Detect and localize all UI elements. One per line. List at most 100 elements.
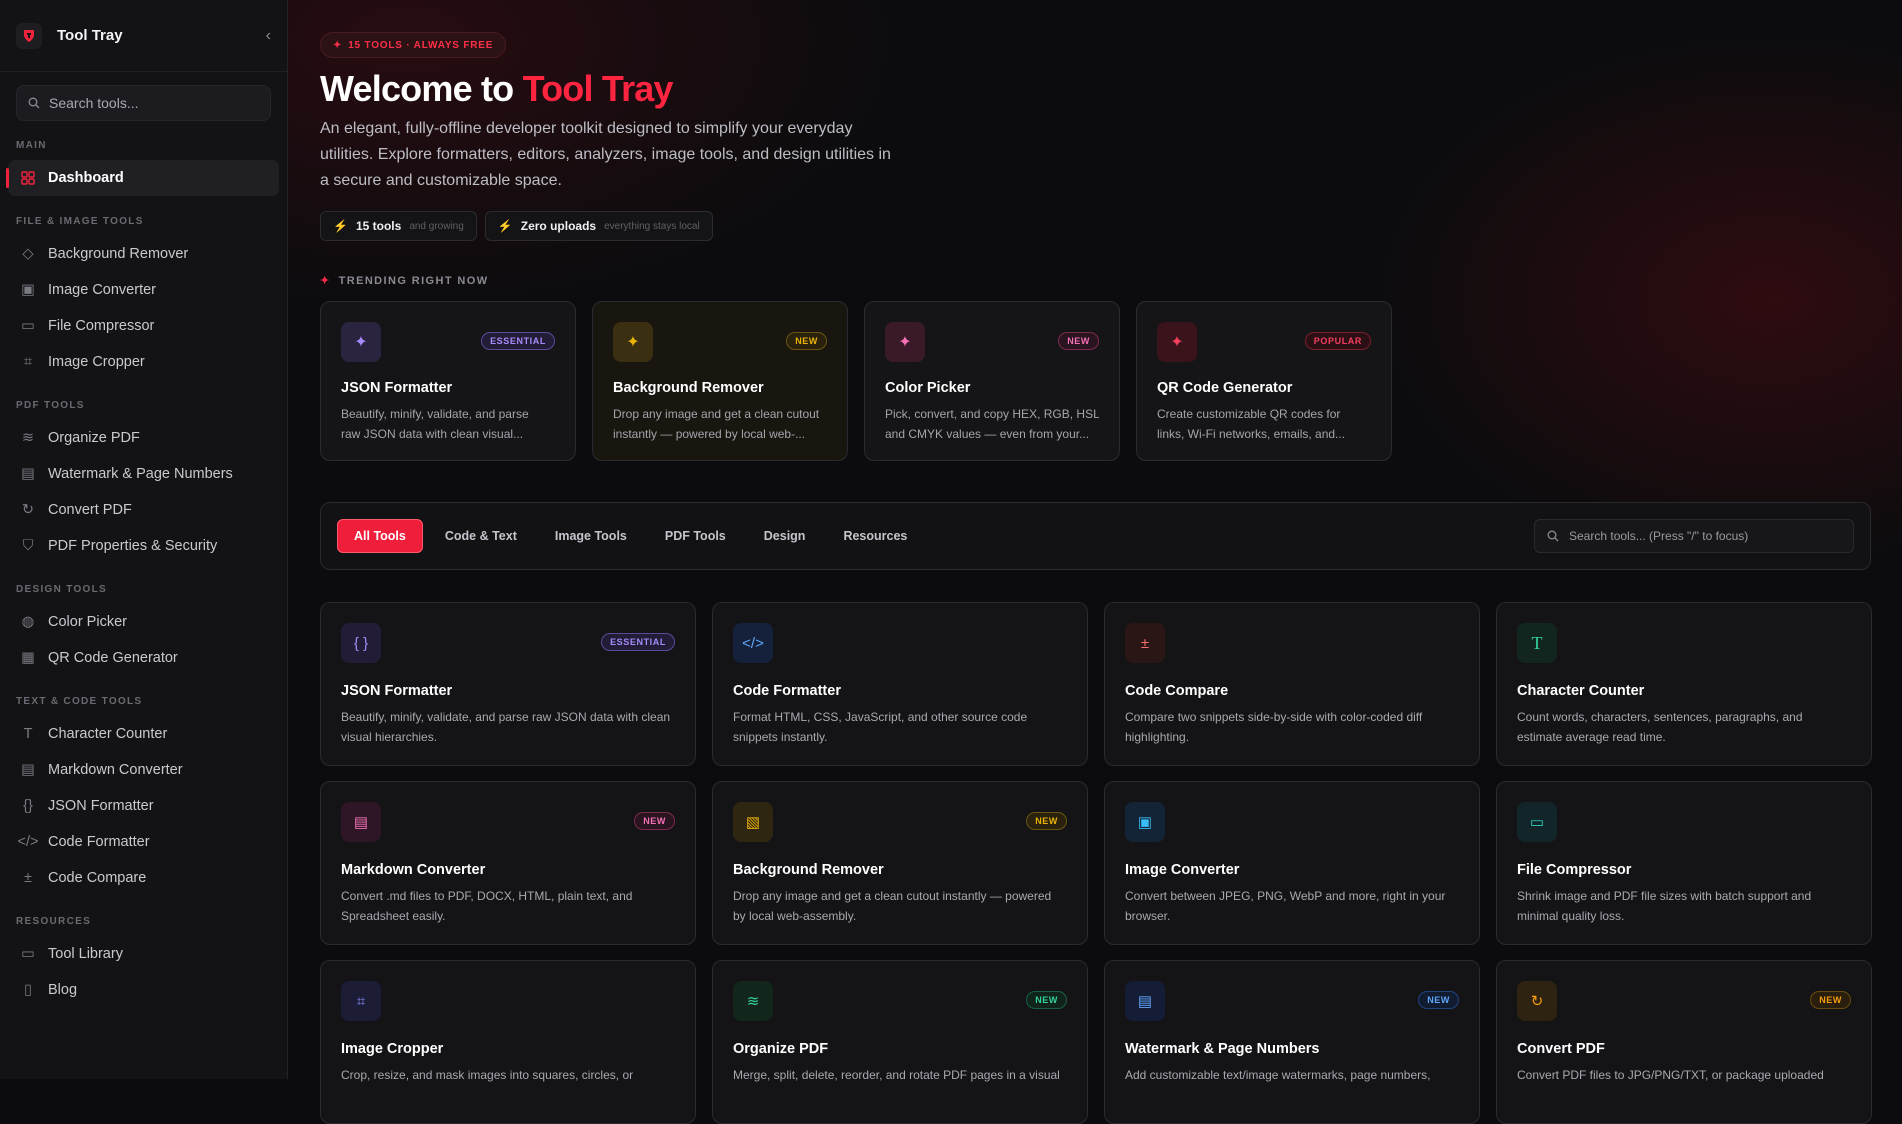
trending-card-background-remover[interactable]: ✦ NEW Background Remover Drop any image … — [592, 301, 848, 461]
card-title: JSON Formatter — [341, 683, 453, 699]
sidebar-item-label: Character Counter — [48, 726, 168, 742]
sidebar-item-blog[interactable]: ▯ Blog — [0, 972, 287, 1008]
tab-resources[interactable]: Resources — [827, 519, 923, 553]
sidebar-item-qr-code[interactable]: ▦ QR Code Generator — [0, 640, 287, 676]
main-content: ✦ 15 TOOLS · ALWAYS FREE Welcome to Tool… — [288, 0, 1902, 1124]
card-desc: Drop any image and get a clean cutout in… — [733, 889, 1052, 923]
trending-card-qr-code-generator[interactable]: ✦ POPULAR QR Code Generator Create custo… — [1136, 301, 1392, 461]
sidebar-item-label: PDF Properties & Security — [48, 538, 218, 554]
sidebar-item-label: Background Remover — [48, 246, 189, 262]
image-file-icon: ▣ — [21, 282, 35, 298]
search-icon — [1547, 530, 1559, 542]
tag-badge: NEW — [634, 812, 675, 830]
card-desc-line: Beautify, minify, validate, and parse — [341, 407, 529, 421]
tool-card-json-formatter[interactable]: { } ESSENTIAL JSON Formatter Beautify, m… — [320, 602, 696, 766]
tag-badge: NEW — [1026, 991, 1067, 1009]
tool-card-file-compressor[interactable]: ▭ File Compressor Shrink image and PDF f… — [1496, 781, 1872, 945]
sparkles-icon: ✦ — [320, 275, 331, 287]
tool-card-watermark[interactable]: ▤ NEW Watermark & Page Numbers Add custo… — [1104, 960, 1480, 1124]
tab-all-tools[interactable]: All Tools — [337, 519, 423, 553]
sidebar-item-label: Dashboard — [48, 170, 124, 186]
sidebar-item-character-counter[interactable]: T Character Counter — [0, 716, 287, 752]
section-main-label: MAIN — [16, 140, 47, 151]
sidebar-item-label: Watermark & Page Numbers — [48, 466, 233, 482]
tab-pdf-tools[interactable]: PDF Tools — [649, 519, 742, 553]
card-desc: Crop, resize, and mask images into squar… — [341, 1068, 634, 1082]
sidebar-search-input[interactable]: Search tools... — [16, 85, 271, 121]
sidebar-item-code-compare[interactable]: ± Code Compare — [0, 860, 287, 896]
tab-design[interactable]: Design — [748, 519, 822, 553]
tool-card-convert-pdf[interactable]: ↻ NEW Convert PDF Convert PDF files to J… — [1496, 960, 1872, 1124]
card-desc: Shrink image and PDF file sizes with bat… — [1517, 889, 1812, 923]
diff-icon: ± — [24, 870, 32, 886]
sidebar-item-markdown-converter[interactable]: ▤ Markdown Converter — [0, 752, 287, 788]
bolt-icon: ⚡ — [333, 219, 348, 233]
sidebar-item-image-converter[interactable]: ▣ Image Converter — [0, 272, 287, 308]
card-title: Background Remover — [733, 862, 884, 878]
card-desc-line: raw JSON data with clean visual... — [341, 427, 524, 441]
sidebar-item-pdf-security[interactable]: ⛉ PDF Properties & Security — [0, 528, 287, 564]
card-title: Organize PDF — [733, 1041, 829, 1057]
sidebar-item-image-cropper[interactable]: ⌗ Image Cropper — [0, 344, 287, 380]
tag-badge: NEW — [1058, 332, 1099, 350]
filter-bar: All Tools Code & Text Image Tools PDF To… — [320, 502, 1871, 570]
card-title: Background Remover — [613, 380, 764, 396]
tool-card-markdown-converter[interactable]: ▤ NEW Markdown Converter Convert .md fil… — [320, 781, 696, 945]
badge-text: 15 TOOLS · ALWAYS FREE — [348, 39, 494, 51]
tag-badge: ESSENTIAL — [481, 332, 555, 350]
layers-icon: ≋ — [21, 430, 35, 446]
sidebar-item-dashboard[interactable]: Dashboard — [6, 160, 279, 196]
tool-card-background-remover[interactable]: ▧ NEW Background Remover Drop any image … — [712, 781, 1088, 945]
sidebar-item-label: QR Code Generator — [48, 650, 178, 666]
tag-badge: POPULAR — [1304, 332, 1371, 350]
pill-bold: 15 tools — [355, 219, 402, 233]
tab-image-tools[interactable]: Image Tools — [539, 519, 643, 553]
book-icon: ▯ — [24, 982, 32, 998]
tool-card-image-converter[interactable]: ▣ Image Converter Convert between JPEG, … — [1104, 781, 1480, 945]
card-desc-line: and CMYK values — even from your... — [885, 427, 1090, 441]
card-desc: Count words, characters, sentences, para… — [1517, 710, 1803, 744]
tool-card-image-cropper[interactable]: ⌗ Image Cropper Crop, resize, and mask i… — [320, 960, 696, 1124]
card-title: Watermark & Page Numbers — [1125, 1041, 1320, 1057]
document-text-icon: ▤ — [21, 762, 35, 778]
trending-card-json-formatter[interactable]: ✦ ESSENTIAL JSON Formatter Beautify, min… — [320, 301, 576, 461]
card-title: Markdown Converter — [341, 862, 486, 878]
card-title: QR Code Generator — [1157, 380, 1293, 396]
brand: Tool Tray ‹ — [0, 0, 287, 72]
sidebar-item-background-remover[interactable]: ◇ Background Remover — [0, 236, 287, 272]
sparkles-icon: ✦ — [341, 322, 381, 362]
eraser-icon: ◇ — [22, 246, 34, 262]
sidebar-item-file-compressor[interactable]: ▭ File Compressor — [0, 308, 287, 344]
hero-description: An elegant, fully-offline developer tool… — [320, 120, 891, 189]
tag-badge: NEW — [1026, 812, 1067, 830]
sparkle-icon: ✦ — [333, 39, 343, 51]
sidebar-item-label: Code Formatter — [48, 834, 150, 850]
tag-badge: NEW — [786, 332, 827, 350]
document-text-icon: ▤ — [341, 802, 381, 842]
tool-card-code-compare[interactable]: ± Code Compare Compare two snippets side… — [1104, 602, 1480, 766]
pill-small: everything stays local — [604, 220, 700, 232]
card-desc: Convert PDF files to JPG/PNG/TXT, or pac… — [1517, 1068, 1824, 1082]
sidebar-item-organize-pdf[interactable]: ≋ Organize PDF — [0, 420, 287, 456]
tool-card-character-counter[interactable]: T Character Counter Count words, charact… — [1496, 602, 1872, 766]
sidebar-item-color-picker[interactable]: ◍ Color Picker — [0, 604, 287, 640]
sidebar-item-watermark[interactable]: ▤ Watermark & Page Numbers — [0, 456, 287, 492]
card-title: JSON Formatter — [341, 380, 453, 396]
sidebar-item-convert-pdf[interactable]: ↻ Convert PDF — [0, 492, 287, 528]
card-title: File Compressor — [1517, 862, 1632, 878]
sidebar-item-label: Convert PDF — [48, 502, 132, 518]
sidebar-item-code-formatter[interactable]: </> Code Formatter — [0, 824, 287, 860]
sparkles-icon: ✦ — [613, 322, 653, 362]
trending-card-color-picker[interactable]: ✦ NEW Color Picker Pick, convert, and co… — [864, 301, 1120, 461]
collapse-sidebar-icon[interactable]: ‹ — [266, 27, 271, 45]
sidebar-item-tool-library[interactable]: ▭ Tool Library — [0, 936, 287, 972]
trending-heading-text: TRENDING RIGHT NOW — [338, 274, 489, 287]
tools-search-input[interactable]: Search tools... (Press "/" to focus) — [1534, 519, 1854, 553]
tool-card-organize-pdf[interactable]: ≋ NEW Organize PDF Merge, split, delete,… — [712, 960, 1088, 1124]
stat-pills: ⚡ 15 tools and growing ⚡ Zero uploads everyt… — [320, 211, 713, 241]
sidebar-item-json-formatter[interactable]: {} JSON Formatter — [0, 788, 287, 824]
tool-card-code-formatter[interactable]: </> Code Formatter Format HTML, CSS, Jav… — [712, 602, 1088, 766]
tab-code-text[interactable]: Code & Text — [429, 519, 533, 553]
search-icon — [28, 97, 40, 109]
card-title: Image Cropper — [341, 1041, 444, 1057]
